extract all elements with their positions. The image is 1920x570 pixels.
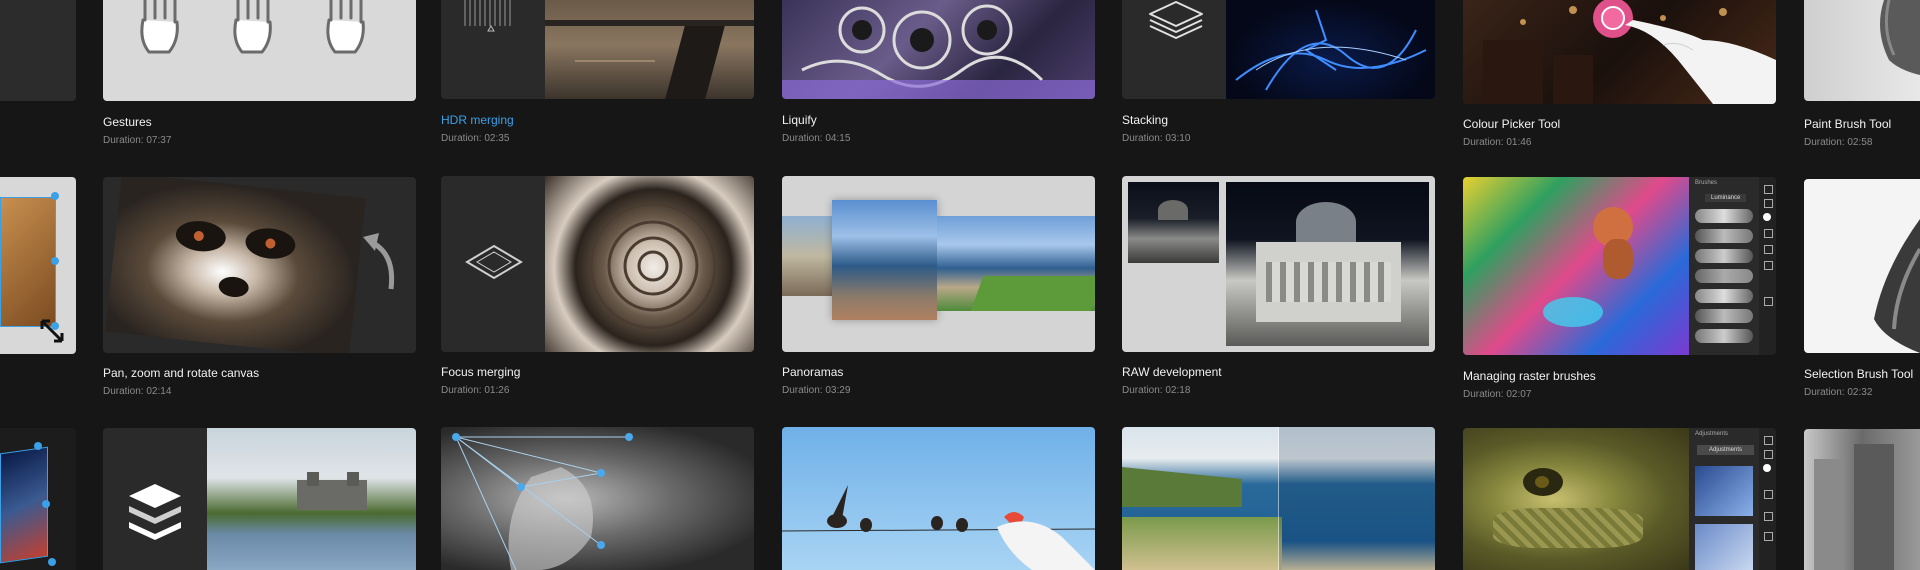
tutorial-card-birds-wire[interactable] xyxy=(782,427,1095,570)
thumbnail xyxy=(782,176,1095,352)
adjustments-button[interactable]: Adjustments xyxy=(1697,445,1755,455)
brushes-panel: Brushes Luminance xyxy=(1689,177,1759,355)
card-title: Focus merging xyxy=(441,365,521,379)
tutorial-card-iguana-adjustments[interactable]: Adjustments Adjustments xyxy=(1463,428,1776,570)
tutorial-card-partial-bottom-right[interactable] xyxy=(1804,429,1920,570)
tutorial-card-raw-development[interactable]: RAW development Duration: 02:18 xyxy=(1122,176,1435,401)
federal-palace-photo xyxy=(1226,182,1429,346)
tutorial-card-partial-mid-left[interactable] xyxy=(0,177,76,354)
hand-gesture-icons xyxy=(140,0,365,54)
thumbnail xyxy=(782,0,1095,99)
light-painting-photo xyxy=(1226,0,1435,99)
thumbnail xyxy=(782,427,1095,570)
birds-on-wire xyxy=(782,485,1095,570)
tutorial-card-stacking[interactable]: Stacking Duration: 03:10 xyxy=(1122,0,1435,148)
tools-strip xyxy=(1759,177,1776,355)
thumbnail xyxy=(1463,0,1776,104)
seashell-photo xyxy=(545,176,754,352)
card-title: HDR merging xyxy=(441,113,514,127)
graffiti-art xyxy=(782,4,1095,99)
rotate-arrow-icon xyxy=(363,233,395,290)
adjustments-panel: Adjustments Adjustments xyxy=(1689,428,1759,570)
thumbnail xyxy=(1122,176,1435,352)
raccoon-dog-photo xyxy=(105,177,366,353)
tutorial-card-panoramas[interactable]: Panoramas Duration: 03:29 xyxy=(782,176,1095,401)
tutorial-card-colour-picker-tool[interactable]: Colour Picker Tool Duration: 01:46 xyxy=(1463,0,1776,152)
card-duration: Duration: 01:26 xyxy=(441,385,510,396)
thumbnail xyxy=(1804,429,1920,570)
tutorial-card-coastline[interactable] xyxy=(1122,427,1435,570)
thumbnail xyxy=(103,0,416,101)
focus-plane-icon xyxy=(465,244,523,280)
thumbnail xyxy=(1804,0,1920,101)
thumbnail: Brushes Luminance xyxy=(1463,177,1776,355)
tutorial-card-managing-raster-brushes[interactable]: Brushes Luminance Managing raster brushe… xyxy=(1463,177,1776,405)
thumbnail xyxy=(103,177,416,353)
thumbnail xyxy=(0,177,76,354)
card-title: Selection Brush Tool xyxy=(1804,367,1914,381)
card-duration: Duration: 02:07 xyxy=(1463,389,1532,400)
card-title: RAW development xyxy=(1122,365,1222,379)
card-duration: Duration: 04:15 xyxy=(782,133,851,144)
panel-title: Adjustments xyxy=(1695,431,1729,437)
thumbnail xyxy=(0,0,76,101)
tutorial-card-layers-castle[interactable] xyxy=(103,428,416,570)
card-title: Stacking xyxy=(1122,113,1169,127)
card-duration: Duration: 02:18 xyxy=(1122,385,1191,396)
jungle-monkey-artwork xyxy=(1463,177,1689,355)
iguana-photo xyxy=(1463,428,1689,570)
card-title: Managing raster brushes xyxy=(1463,369,1596,383)
card-duration: Duration: 02:35 xyxy=(441,133,510,144)
card-duration: Duration: 03:29 xyxy=(782,385,851,396)
mesh-warp-overlay xyxy=(452,433,633,570)
castle-lake-photo xyxy=(207,428,416,570)
thumbnail: Adjustments Adjustments xyxy=(1463,428,1776,570)
tutorial-gallery: { "colors": { "background": "#161616", "… xyxy=(0,0,1920,570)
harbour-photo xyxy=(545,0,754,99)
thumbnail xyxy=(441,176,754,352)
thumbnail xyxy=(441,427,754,570)
raw-preview-small xyxy=(1128,182,1219,263)
hdr-bracket-icon xyxy=(464,0,511,32)
panorama-right xyxy=(937,216,1095,311)
thumbnail xyxy=(103,428,416,570)
thumbnail xyxy=(1122,427,1435,570)
layers-icon xyxy=(129,484,181,540)
card-duration: Duration: 03:10 xyxy=(1122,133,1191,144)
thumbnail xyxy=(0,428,76,570)
tutorial-card-selection-brush-tool[interactable]: Selection Brush Tool Duration: 02:32 xyxy=(1804,179,1920,403)
tutorial-card-partial-bottom-left[interactable] xyxy=(0,428,76,570)
tutorial-card-pan-zoom-rotate[interactable]: Pan, zoom and rotate canvas Duration: 02… xyxy=(103,177,416,402)
card-duration: Duration: 01:46 xyxy=(1463,137,1532,148)
card-title: Paint Brush Tool xyxy=(1804,117,1892,131)
restaurant-scene xyxy=(1483,0,1776,104)
resize-arrow-icon xyxy=(40,319,64,343)
thumbnail xyxy=(1804,179,1920,353)
card-title: Gestures xyxy=(103,115,152,129)
tutorial-card-liquify[interactable]: Liquify Duration: 04:15 xyxy=(782,0,1095,148)
stack-layers-icon xyxy=(1149,1,1203,39)
card-duration: Duration: 02:32 xyxy=(1804,387,1873,398)
tutorial-card-face-mesh[interactable] xyxy=(441,427,754,570)
panel-category: Luminance xyxy=(1705,194,1747,202)
tutorial-card-gestures[interactable]: Gestures Duration: 07:37 xyxy=(103,0,416,150)
tools-strip xyxy=(1759,428,1776,570)
card-title: Colour Picker Tool xyxy=(1463,117,1561,131)
thumbnail xyxy=(441,0,754,99)
card-duration: Duration: 07:37 xyxy=(103,135,172,146)
card-title: Pan, zoom and rotate canvas xyxy=(103,366,260,380)
tutorial-card-paint-brush-tool[interactable]: Paint Brush Tool Duration: 02:58 xyxy=(1804,0,1920,150)
card-title: Panoramas xyxy=(782,365,844,379)
panorama-center xyxy=(832,200,937,320)
card-title: Liquify xyxy=(782,113,817,127)
card-duration: Duration: 02:14 xyxy=(103,386,172,397)
card-duration: Duration: 02:58 xyxy=(1804,137,1873,148)
tutorial-card-partial-top-left[interactable] xyxy=(0,0,76,101)
tutorial-card-hdr-merging[interactable]: HDR merging Duration: 02:35 xyxy=(441,0,754,148)
panel-title: Brushes xyxy=(1695,180,1718,186)
thumbnail xyxy=(1122,0,1435,99)
tutorial-card-focus-merging[interactable]: Focus merging Duration: 01:26 xyxy=(441,176,754,401)
